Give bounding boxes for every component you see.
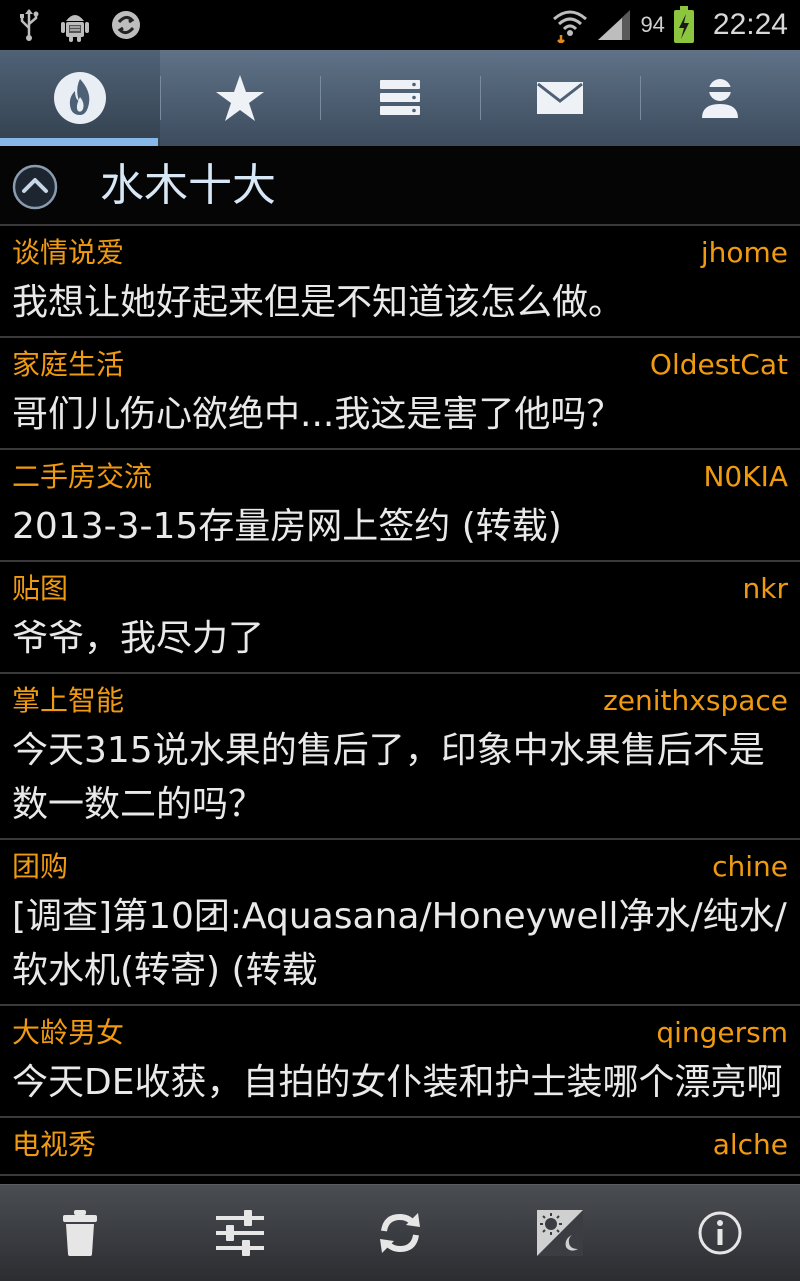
board-name: 家庭生活	[12, 348, 125, 381]
battery-charging-icon	[673, 6, 695, 44]
list-item[interactable]: 电视秀 alche	[0, 1118, 800, 1176]
author-name: jhome	[700, 236, 788, 269]
wifi-icon	[552, 7, 588, 43]
tab-boards[interactable]	[320, 50, 480, 146]
author-name: N0KIA	[703, 460, 788, 493]
settings-sliders-icon	[214, 1209, 266, 1257]
topic-title: 爷爷，我尽力了	[12, 618, 265, 659]
list-item[interactable]: 大龄男女 qingersm 今天DE收获，自拍的女仆装和护士装哪个漂亮啊	[0, 1006, 800, 1118]
collapse-button[interactable]	[12, 164, 58, 210]
tab-bar	[0, 50, 800, 146]
list-item[interactable]: 贴图 nkr 爷爷，我尽力了	[0, 562, 800, 674]
list-item[interactable]: 家庭生活 OldestCat 哥们儿伤心欲绝中...我这是害了他吗？	[0, 338, 800, 450]
section-header: 水木十大	[0, 146, 800, 226]
author-name: zenithxspace	[603, 684, 788, 717]
section-title: 水木十大	[100, 160, 276, 211]
day-night-icon	[536, 1209, 584, 1257]
board-name: 大龄男女	[12, 1016, 125, 1049]
star-icon	[214, 73, 266, 123]
author-name: chine	[712, 850, 788, 883]
chevron-up-icon	[12, 164, 58, 210]
author-name: OldestCat	[649, 348, 788, 381]
refresh-icon	[376, 1209, 424, 1257]
topic-title: 今天315说水果的售后了，印象中水果售后不是数一数二的吗？	[12, 730, 765, 825]
tab-hot[interactable]	[0, 50, 160, 146]
board-name: 电视秀	[12, 1128, 97, 1161]
info-button[interactable]	[640, 1185, 800, 1281]
sync-app-icon	[110, 9, 142, 41]
day-night-button[interactable]	[480, 1185, 640, 1281]
list-item[interactable]: 掌上智能 zenithxspace 今天315说水果的售后了，印象中水果售后不是…	[0, 674, 800, 840]
info-icon	[697, 1210, 743, 1256]
author-name: nkr	[742, 572, 788, 605]
tab-favorites[interactable]	[160, 50, 320, 146]
tab-profile[interactable]	[640, 50, 800, 146]
mail-icon	[536, 81, 584, 115]
topic-title: 2013-3-15存量房网上签约 (转载)	[12, 506, 562, 547]
topic-title: 我想让她好起来但是不知道该怎么做。	[12, 282, 625, 323]
board-name: 团购	[12, 850, 69, 883]
boards-icon	[378, 78, 422, 118]
list-item[interactable]: 二手房交流 N0KIA 2013-3-15存量房网上签约 (转载)	[0, 450, 800, 562]
author-name: qingersm	[656, 1016, 788, 1049]
board-name: 二手房交流	[12, 460, 153, 493]
board-name: 贴图	[12, 572, 69, 605]
topic-list: 谈情说爱 jhome 我想让她好起来但是不知道该怎么做。 家庭生活 Oldest…	[0, 226, 800, 1184]
board-name: 谈情说爱	[12, 236, 125, 269]
user-icon	[699, 77, 741, 119]
delete-button[interactable]	[0, 1185, 160, 1281]
android-debug-icon	[60, 8, 90, 42]
hot-icon	[53, 71, 107, 125]
signal-icon	[596, 8, 632, 42]
clock: 22:24	[712, 8, 788, 41]
topic-title: 今天DE收获，自拍的女仆装和护士装哪个漂亮啊	[12, 1062, 783, 1103]
board-name: 掌上智能	[12, 684, 125, 717]
author-name: alche	[712, 1128, 788, 1161]
usb-icon	[18, 8, 40, 42]
topic-title: 哥们儿伤心欲绝中...我这是害了他吗？	[12, 394, 623, 435]
list-item[interactable]: 团购 chine [调查]第10团:Aquasana/Honeywell净水/纯…	[0, 840, 800, 1006]
battery-percent: 94	[640, 12, 665, 37]
topic-title: [调查]第10团:Aquasana/Honeywell净水/纯水/软水机(转寄)…	[12, 896, 787, 991]
trash-icon	[62, 1210, 98, 1256]
list-item[interactable]: 谈情说爱 jhome 我想让她好起来但是不知道该怎么做。	[0, 226, 800, 338]
status-bar: 94 22:24	[0, 0, 800, 50]
bottom-action-bar	[0, 1184, 800, 1281]
settings-button[interactable]	[160, 1185, 320, 1281]
tab-mail[interactable]	[480, 50, 640, 146]
refresh-button[interactable]	[320, 1185, 480, 1281]
